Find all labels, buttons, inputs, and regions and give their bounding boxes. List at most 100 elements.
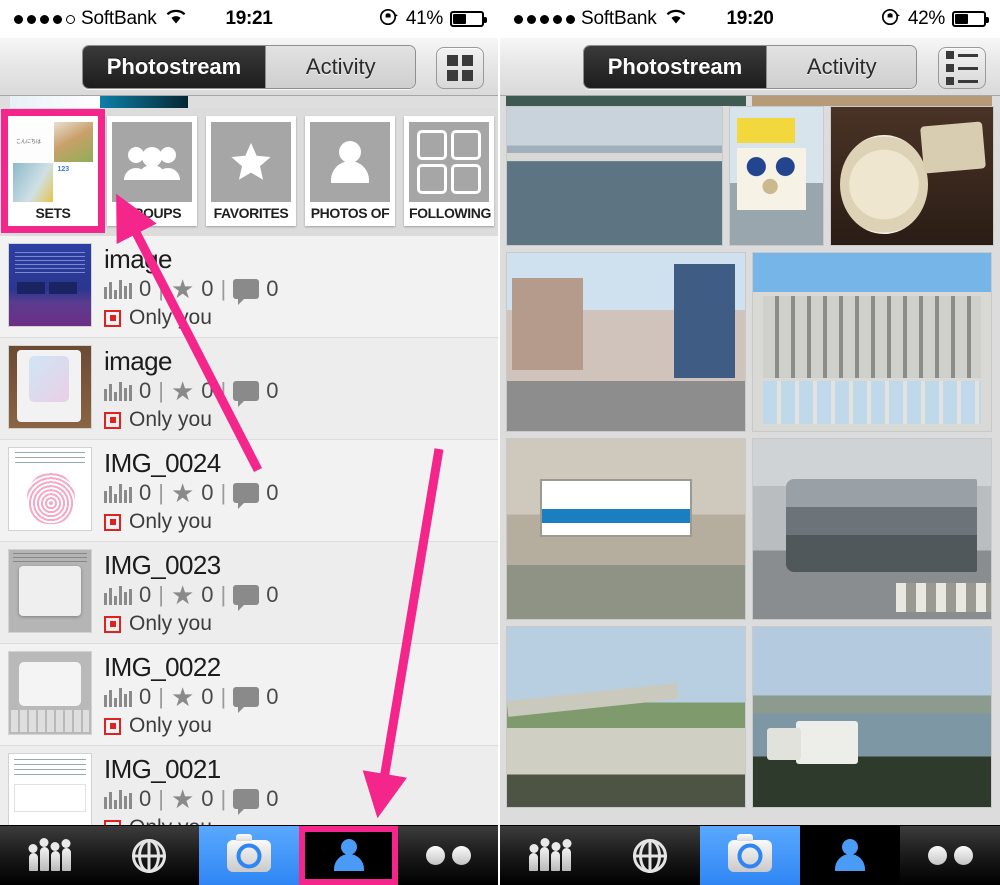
- profile-tab[interactable]: [298, 826, 399, 885]
- views-icon: [104, 483, 132, 504]
- views-count: 0: [139, 276, 152, 302]
- category-card-following[interactable]: FOLLOWING: [404, 116, 494, 226]
- partial-scrolled-row: [500, 96, 1000, 106]
- photo-title: IMG_0022: [104, 652, 221, 683]
- rotation-lock-icon: [881, 7, 901, 32]
- privacy-row: Only you: [104, 408, 490, 432]
- comment-icon: [233, 279, 260, 306]
- photo-stats: 0 | ★ 0 | 0: [104, 274, 490, 306]
- more-tab[interactable]: [398, 826, 498, 885]
- left-phone-screen: SoftBank 19:21 41% Photostream Activity: [0, 0, 500, 885]
- privacy-row: Only you: [104, 510, 490, 534]
- battery-percent-label: 41%: [405, 8, 443, 29]
- person-icon: [310, 122, 390, 202]
- photo-list[interactable]: image 0 | ★ 0 | 0 Only you image 0 | ★ 0…: [0, 236, 498, 825]
- privacy-label: Only you: [129, 714, 212, 738]
- views-count: 0: [139, 378, 152, 404]
- tab-activity[interactable]: Activity: [766, 45, 917, 88]
- camera-tab[interactable]: [199, 826, 299, 885]
- category-card-favorites[interactable]: FAVORITES: [206, 116, 296, 226]
- views-icon: [104, 585, 132, 606]
- tab-photostream[interactable]: Photostream: [82, 45, 266, 88]
- grid-row: [500, 626, 1000, 814]
- list-item[interactable]: IMG_0023 0 | ★ 0 | 0 Only you: [0, 542, 498, 645]
- grid-row: [500, 106, 1000, 252]
- privacy-row: Only you: [104, 612, 490, 636]
- person-icon: [332, 838, 366, 873]
- comments-count: 0: [266, 786, 279, 812]
- view-segmented-control[interactable]: Photostream Activity: [81, 44, 417, 89]
- two-dots-icon: [927, 846, 973, 865]
- harbor-industrial-photo[interactable]: [752, 626, 992, 808]
- photo-thumbnail[interactable]: [8, 243, 92, 327]
- photo-thumbnail[interactable]: [8, 345, 92, 430]
- photo-stats: 0 | ★ 0 | 0: [104, 480, 490, 510]
- explore-tab[interactable]: [600, 826, 700, 885]
- camera-tab[interactable]: [700, 826, 800, 885]
- list-item[interactable]: IMG_0022 0 | ★ 0 | 0 Only you: [0, 644, 498, 747]
- photo-thumbnail[interactable]: [8, 651, 92, 736]
- train-platform-photo[interactable]: [752, 438, 992, 620]
- photo-stats: 0 | ★ 0 | 0: [104, 376, 490, 408]
- list-item[interactable]: image 0 | ★ 0 | 0 Only you: [0, 338, 498, 441]
- tab-photostream[interactable]: Photostream: [583, 45, 767, 88]
- privacy-row: Only you: [104, 306, 490, 330]
- favorite-icon: ★: [170, 682, 195, 713]
- list-item-meta: image 0 | ★ 0 | 0 Only you: [104, 243, 490, 330]
- comments-count: 0: [266, 378, 279, 404]
- camera-icon: [226, 833, 271, 872]
- category-card-row[interactable]: SETS GROUPS FA: [0, 108, 498, 236]
- jr-station-building-photo[interactable]: [752, 252, 992, 432]
- battery-percent-label: 42%: [907, 8, 945, 29]
- more-tab[interactable]: [900, 826, 1000, 885]
- person-icon: [833, 838, 867, 873]
- grid-row: [500, 438, 1000, 626]
- photo-title: IMG_0024: [104, 448, 221, 479]
- stat-separator: |: [158, 786, 164, 812]
- grid-view-button[interactable]: [436, 47, 484, 89]
- privacy-label: Only you: [129, 408, 212, 432]
- comment-icon: [233, 687, 260, 714]
- udon-bowl-photo[interactable]: [829, 106, 994, 246]
- stat-separator: |: [220, 276, 227, 302]
- category-card-sets[interactable]: SETS: [1, 109, 105, 233]
- udon-poster-photo[interactable]: [728, 106, 824, 246]
- street-scene-photo[interactable]: [506, 252, 746, 432]
- tab-bar[interactable]: [500, 825, 1000, 885]
- tab-activity[interactable]: Activity: [265, 45, 416, 88]
- photo-thumbnail[interactable]: [8, 549, 92, 634]
- contacts-tab[interactable]: [0, 826, 100, 885]
- status-right: 41%: [379, 7, 487, 32]
- favorite-icon: ★: [170, 376, 195, 407]
- sets-collage-icon: [13, 122, 93, 202]
- photo-grid-scroll[interactable]: [500, 96, 1000, 825]
- favorite-icon: ★: [170, 580, 195, 611]
- list-view-button[interactable]: [938, 47, 986, 89]
- left-content-scroll[interactable]: SETS GROUPS FA: [0, 96, 498, 825]
- bridge-overpass-photo[interactable]: [506, 626, 746, 808]
- favorite-icon: ★: [170, 274, 195, 305]
- faves-count: 0: [201, 276, 214, 302]
- profile-tab[interactable]: [800, 826, 900, 885]
- tab-bar[interactable]: [0, 825, 498, 885]
- category-label: GROUPS: [122, 205, 182, 221]
- list-item[interactable]: image 0 | ★ 0 | 0 Only you: [0, 236, 498, 339]
- explore-tab[interactable]: [100, 826, 200, 885]
- takamatsu-station-sign-photo[interactable]: [506, 438, 746, 620]
- category-label: FOLLOWING: [409, 205, 491, 221]
- view-segmented-control[interactable]: Photostream Activity: [582, 44, 918, 89]
- views-icon: [104, 687, 132, 708]
- photo-thumbnail[interactable]: [8, 447, 92, 532]
- list-item[interactable]: IMG_0024 0 | ★ 0 | 0 Only you: [0, 440, 498, 543]
- seascape-photo[interactable]: [506, 106, 723, 246]
- category-card-groups[interactable]: GROUPS: [107, 116, 197, 226]
- photo-stats: 0 | ★ 0 | 0: [104, 786, 490, 816]
- contacts-tab[interactable]: [500, 826, 600, 885]
- photo-title: IMG_0023: [104, 550, 221, 581]
- category-card-photos-of[interactable]: PHOTOS OF: [305, 116, 395, 226]
- privacy-label: Only you: [129, 306, 212, 330]
- grid-row: [500, 252, 1000, 438]
- faves-count: 0: [201, 684, 214, 710]
- photo-thumbnail[interactable]: [8, 753, 92, 825]
- list-item[interactable]: IMG_0021 0 | ★ 0 | 0: [0, 746, 498, 825]
